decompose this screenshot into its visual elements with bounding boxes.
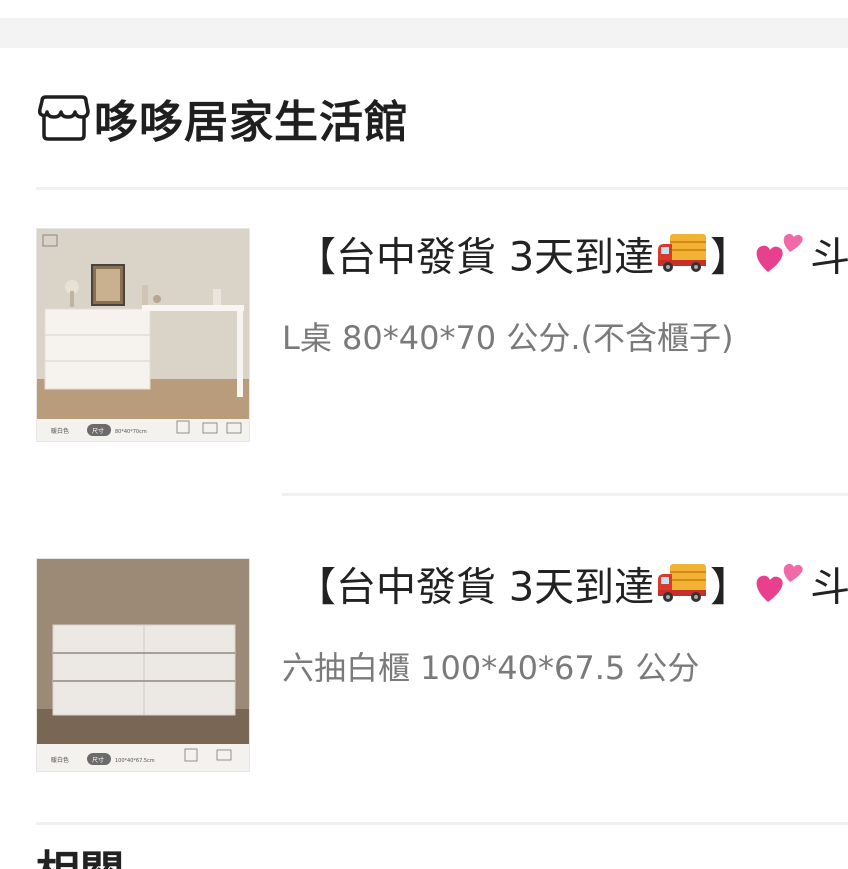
product-thumbnail[interactable]: 暖白色 尺寸 100*40*67.5cm — [36, 558, 250, 772]
section-separator-band — [0, 18, 848, 48]
product-title-suffix: 斗 — [810, 564, 848, 611]
thumb-size-badge: 尺寸 — [92, 756, 104, 764]
shop-name: 哆哆居家生活館 — [94, 97, 409, 148]
product-title[interactable]: 【台中發貨 3天到達 】 斗 — [296, 558, 848, 621]
divider — [36, 822, 848, 825]
product-title-bracket: 】 — [710, 234, 751, 281]
divider — [282, 493, 848, 496]
product-variant: L桌 80*40*70 公分.(不含櫃子) — [282, 319, 734, 357]
thumb-size-text: 80*40*70cm — [115, 429, 147, 435]
product-title[interactable]: 【台中發貨 3天到達 】 斗 — [296, 228, 848, 291]
top-strip — [0, 0, 848, 18]
divider — [36, 187, 848, 190]
product-title-suffix: 斗 — [810, 234, 848, 281]
two-hearts-icon — [752, 558, 808, 621]
store-icon — [36, 92, 94, 144]
two-hearts-icon — [752, 228, 808, 291]
next-section-heading: 相關 — [36, 848, 124, 869]
product-variant: 六抽白櫃 100*40*67.5 公分 — [282, 649, 700, 687]
product-title-prefix: 【台中發貨 3天到達 — [296, 234, 655, 281]
thumb-color-label: 暖白色 — [51, 756, 69, 764]
product-thumbnail[interactable]: 暖白色 尺寸 80*40*70cm — [36, 228, 250, 442]
delivery-truck-icon — [656, 560, 708, 619]
thumb-color-label: 暖白色 — [51, 427, 69, 435]
product-title-prefix: 【台中發貨 3天到達 — [296, 564, 655, 611]
shop-header[interactable]: 哆哆居家生活館 — [36, 88, 409, 148]
thumb-size-badge: 尺寸 — [92, 427, 104, 435]
thumb-size-text: 100*40*67.5cm — [115, 758, 155, 764]
order-page: 哆哆居家生活館 暖白色 尺寸 80*40*70cm 【台中發貨 3天到達 】 斗… — [0, 0, 848, 869]
delivery-truck-icon — [656, 230, 708, 289]
product-title-bracket: 】 — [710, 564, 751, 611]
